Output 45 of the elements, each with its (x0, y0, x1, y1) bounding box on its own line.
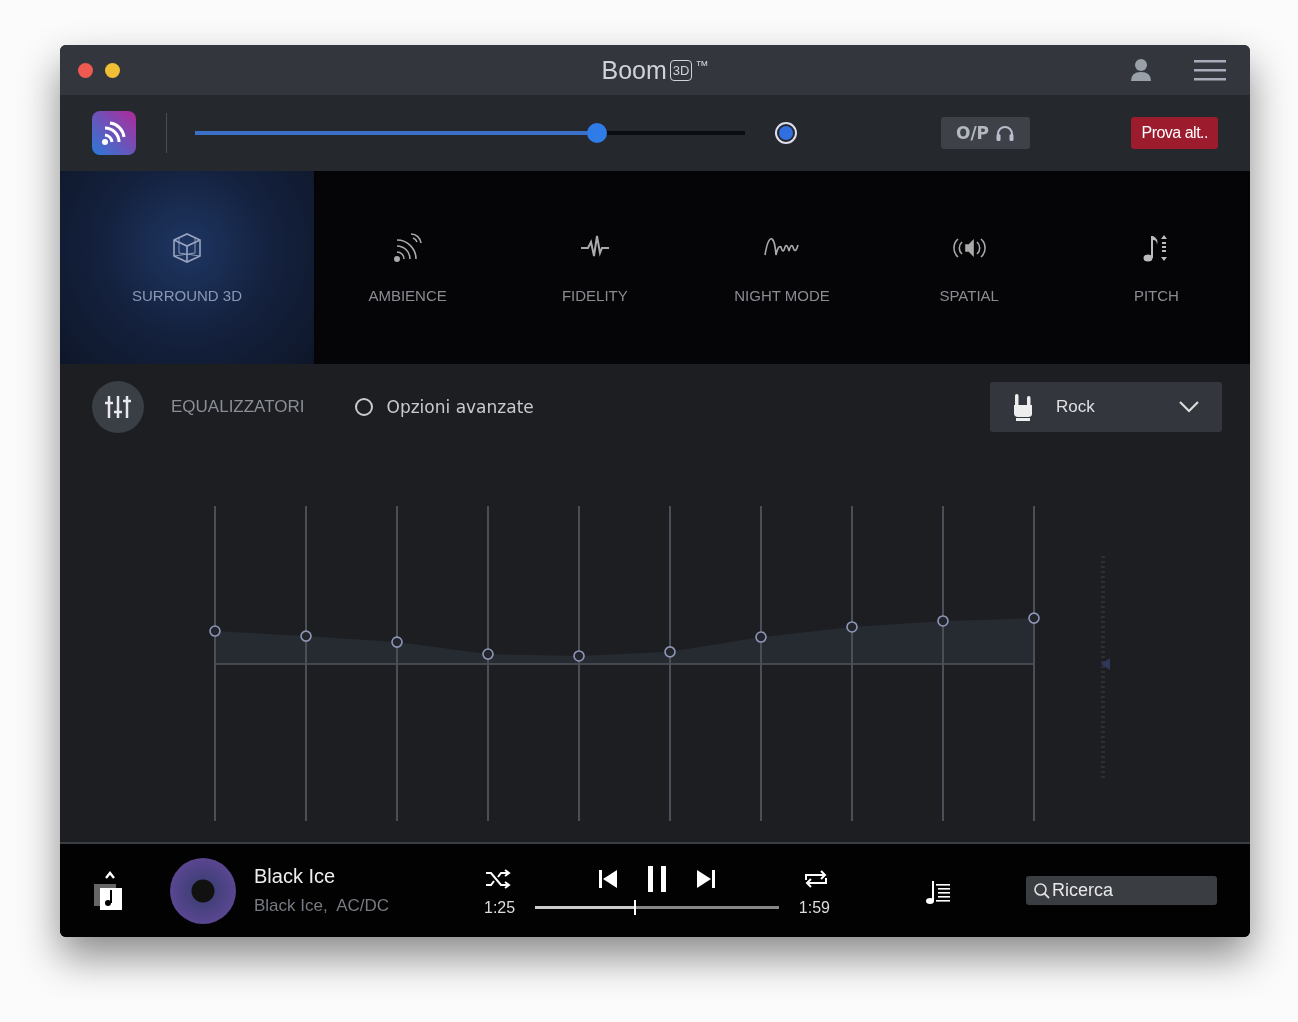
effect-tab[interactable]: NIGHT MODE (688, 171, 876, 364)
band-slider[interactable] (482, 505, 494, 822)
user-icon[interactable] (1130, 57, 1152, 83)
target-icon[interactable] (774, 121, 798, 145)
band-slider[interactable] (1028, 505, 1040, 822)
headphones-icon (995, 124, 1016, 142)
effect-tab[interactable]: FIDELITY (501, 171, 689, 364)
effect-tab[interactable]: SURROUND 3D (60, 171, 314, 364)
band-slider[interactable] (573, 505, 585, 822)
close-button[interactable] (78, 62, 93, 78)
trademark: ™ (695, 57, 709, 73)
band-slider[interactable] (300, 505, 312, 822)
band-slider[interactable] (755, 505, 767, 822)
menu-icon[interactable] (1194, 59, 1226, 81)
effect-tab[interactable]: AMBIENCE (314, 171, 502, 364)
window-title: Boom (601, 55, 667, 85)
pause-icon[interactable] (645, 864, 669, 893)
band-slider[interactable] (846, 505, 858, 822)
equalizer-label: EQUALIZZATORI (171, 397, 305, 417)
total-time: 1:59 (798, 898, 830, 917)
band-slider[interactable] (664, 505, 676, 822)
preset-dropdown[interactable]: Rock (990, 382, 1222, 432)
previous-icon[interactable] (597, 867, 619, 890)
track-title: Black Ice (254, 865, 337, 888)
band-slider[interactable] (391, 505, 403, 822)
app-icon[interactable] (92, 111, 136, 155)
search-field[interactable]: Ricerca (1026, 876, 1217, 905)
shuffle-icon[interactable] (484, 867, 512, 890)
effect-tab[interactable]: SPATIAL (875, 171, 1063, 364)
next-icon[interactable] (695, 867, 717, 890)
band-slider[interactable] (209, 505, 221, 822)
chevron-down-icon (1178, 400, 1200, 414)
elapsed-time: 1:25 (484, 898, 516, 917)
effect-tab[interactable]: PITCH (1062, 171, 1250, 364)
cube-icon (170, 231, 204, 265)
search-icon (1033, 882, 1051, 900)
band-slider[interactable] (937, 505, 949, 822)
output-button[interactable]: O/P (941, 117, 1030, 149)
minimize-button[interactable] (105, 62, 120, 78)
advanced-options-radio[interactable]: Opzioni avanzate (354, 397, 534, 417)
track-artist: Black Ice, AC/DC (254, 896, 391, 916)
equalizer-icon[interactable] (92, 381, 144, 433)
logo-badge: 3D (669, 59, 693, 81)
trial-button[interactable]: Prova alt.. (1131, 117, 1218, 149)
repeat-icon[interactable] (802, 867, 830, 890)
